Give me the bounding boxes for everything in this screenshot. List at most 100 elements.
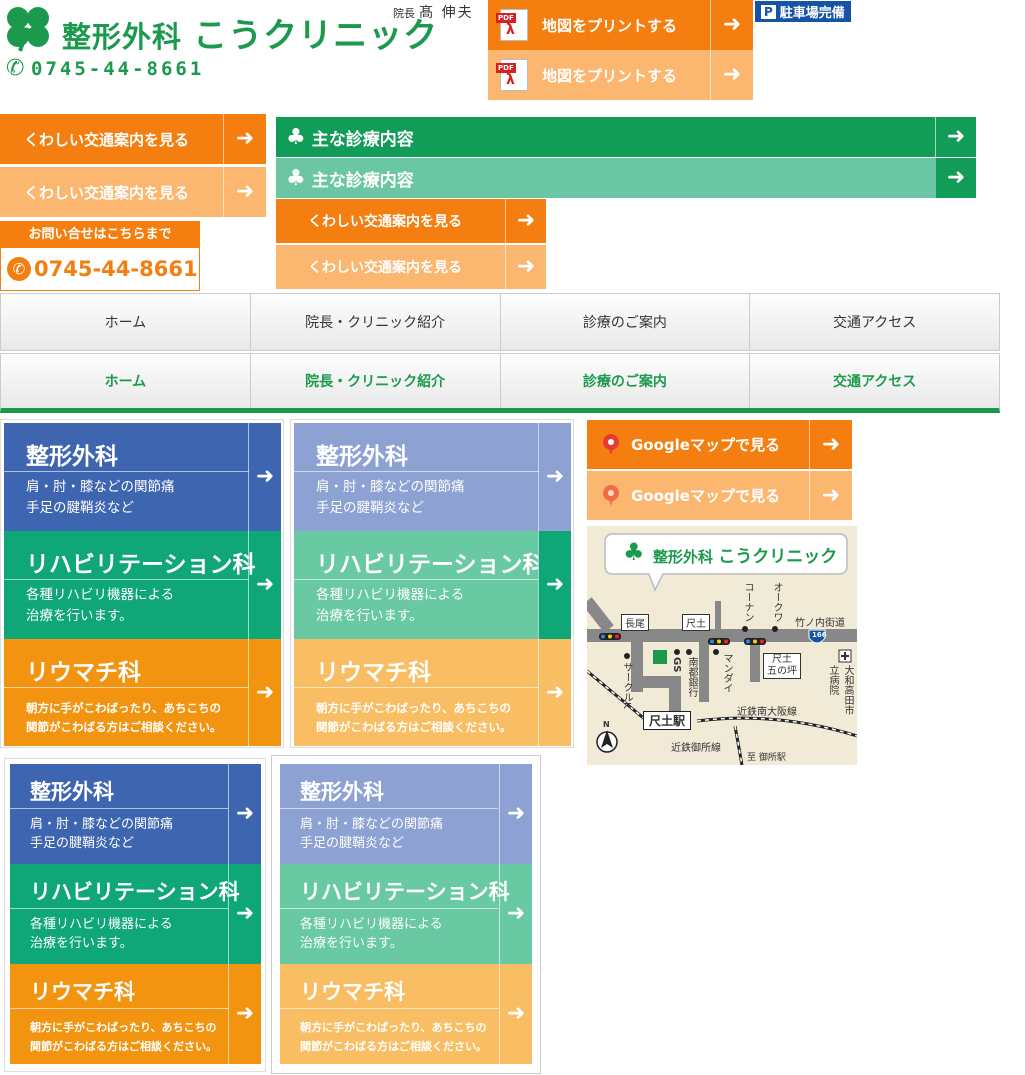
access-button-hover[interactable]: くわしい交通案内を見る ➜ — [0, 167, 266, 217]
nav-services[interactable]: 診療のご案内 — [501, 294, 751, 350]
dept-desc: 各種リハビリ機器による 治療を行います。 — [26, 587, 175, 624]
dept-desc: 朝方に手がこわばったり、あちこちの 関節がこわばる方はご相談ください。 — [300, 1021, 487, 1053]
arrow-right-icon: ➜ — [821, 482, 841, 508]
global-nav-active: ホーム 院長・クリニック紹介 診療のご案内 交通アクセス — [0, 353, 1000, 413]
services-arrow: ➜ — [935, 117, 976, 157]
dept-rehabilitation[interactable]: リハビリテーション科 各種リハビリ機器による 治療を行います。 ➜ — [4, 531, 281, 639]
services-label: 主な診療内容 — [311, 170, 414, 191]
dept-rehabilitation[interactable]: リハビリテーション科 各種リハビリ機器による 治療を行います。 ➜ — [10, 864, 261, 964]
arrow-right-icon: ➜ — [821, 431, 841, 457]
dept-rheumatology[interactable]: リウマチ科 朝方に手がこわばったり、あちこちの 関節がこわばる方はご相談ください。… — [294, 639, 571, 746]
print-map-button[interactable]: PDF λ 地図をプリントする ➜ — [488, 0, 753, 50]
print-map-button-hover[interactable]: PDF λ 地図をプリントする ➜ — [488, 50, 753, 100]
arrow-right-icon: ➜ — [722, 62, 742, 87]
dept-orthopedics[interactable]: 整形外科 肩・肘・膝などの関節痛 手足の腱鞘炎など ➜ — [280, 764, 532, 864]
map-label-okuwa: オークワ — [771, 582, 782, 622]
director: 院長 髙 伸夫 — [393, 2, 474, 22]
dept-rheumatology[interactable]: リウマチ科 朝方に手がこわばったり、あちこちの 関節がこわばる方はご相談ください。… — [280, 964, 532, 1064]
contact-box[interactable]: お問い合せはこちらまで ✆ 0745-44-8661 — [0, 221, 200, 291]
dept-arrow: ➜ — [538, 531, 571, 639]
dept-arrow: ➜ — [228, 964, 261, 1064]
access-button[interactable]: くわしい交通案内を見る ➜ — [0, 114, 266, 164]
arrow-right-icon: ➜ — [235, 901, 255, 926]
access-label: くわしい交通案内を見る — [308, 214, 462, 230]
google-map-arrow: ➜ — [809, 420, 852, 469]
arrow-right-icon: ➜ — [506, 801, 526, 826]
parking-label: 駐車場完備 — [779, 6, 845, 21]
dept-arrow: ➜ — [538, 639, 571, 746]
dept-title: リハビリテーション科 — [316, 552, 546, 578]
google-map-button-hover[interactable]: Googleマップで見る ➜ — [587, 471, 852, 520]
dept-orthopedics[interactable]: 整形外科 肩・肘・膝などの関節痛 手足の腱鞘炎など ➜ — [10, 764, 261, 864]
map-logo: 整形外科 こうクリニック — [653, 542, 837, 567]
print-map-arrow: ➜ — [710, 0, 753, 50]
access-button-small-hover[interactable]: くわしい交通案内を見る ➜ — [276, 245, 546, 289]
map-label-rail1: 近鉄南大阪線 — [737, 707, 797, 718]
parking-p-icon: P — [761, 4, 776, 19]
google-map-label: Googleマップで見る — [631, 436, 780, 454]
dept-title: 整形外科 — [316, 444, 408, 470]
dept-desc: 肩・肘・膝などの関節痛 手足の腱鞘炎など — [26, 479, 175, 516]
access-button-small[interactable]: くわしい交通案内を見る ➜ — [276, 199, 546, 243]
dept-desc: 朝方に手がこわばったり、あちこちの 関節がこわばる方はご相談ください。 — [26, 701, 222, 734]
phone-circle-icon: ✆ — [7, 257, 31, 281]
arrow-right-icon: ➜ — [235, 179, 255, 204]
director-name: 髙 伸夫 — [419, 5, 474, 21]
dept-orthopedics[interactable]: 整形外科 肩・肘・膝などの関節痛 手足の腱鞘炎など ➜ — [4, 423, 281, 531]
dept-card-hover: 整形外科 肩・肘・膝などの関節痛 手足の腱鞘炎など ➜ リハビリテーション科 各種… — [290, 419, 574, 748]
dept-title: リウマチ科 — [30, 980, 135, 1004]
dept-card-small: 整形外科 肩・肘・膝などの関節痛 手足の腱鞘炎など ➜ リハビリテーション科 各種… — [4, 758, 266, 1072]
dept-orthopedics[interactable]: 整形外科 肩・肘・膝などの関節痛 手足の腱鞘炎など ➜ — [294, 423, 571, 531]
nav-about[interactable]: 院長・クリニック紹介 — [251, 354, 501, 408]
logo-sub-text: こうクリニック — [193, 16, 439, 56]
dept-rheumatology[interactable]: リウマチ科 朝方に手がこわばったり、あちこちの 関節がこわばる方はご相談ください。… — [10, 964, 261, 1064]
arrow-right-icon: ➜ — [722, 12, 742, 37]
nav-home[interactable]: ホーム — [1, 294, 251, 350]
dept-desc: 肩・肘・膝などの関節痛 手足の腱鞘炎など — [300, 817, 444, 851]
contact-phone[interactable]: 0745-44-8661 — [34, 257, 198, 281]
arrow-right-icon: ➜ — [516, 208, 536, 233]
arrow-right-icon: ➜ — [506, 901, 526, 926]
director-label: 院長 — [393, 7, 415, 20]
clover-icon: ♣ — [286, 165, 306, 191]
dept-rheumatology[interactable]: リウマチ科 朝方に手がこわばったり、あちこちの 関節がこわばる方はご相談ください。… — [4, 639, 281, 746]
dept-desc: 肩・肘・膝などの関節痛 手足の腱鞘炎など — [316, 479, 465, 516]
map-label-shakudo: 尺土 — [682, 614, 710, 631]
map-label-mandai: マンダイ — [721, 653, 732, 693]
map-label-rail2: 近鉄御所線 — [671, 743, 721, 754]
nav-about[interactable]: 院長・クリニック紹介 — [251, 294, 501, 350]
dept-rehabilitation[interactable]: リハビリテーション科 各種リハビリ機器による 治療を行います。 ➜ — [294, 531, 571, 639]
dept-rehabilitation[interactable]: リハビリテーション科 各種リハビリ機器による 治療を行います。 ➜ — [280, 864, 532, 964]
map-label-gs: GS — [671, 657, 682, 673]
nav-services[interactable]: 診療のご案内 — [501, 354, 751, 408]
map-clover-icon: ♣ — [623, 538, 645, 566]
google-map-button[interactable]: Googleマップで見る ➜ — [587, 420, 852, 469]
clover-logo-icon — [2, 4, 54, 52]
dept-arrow: ➜ — [538, 423, 571, 531]
dept-arrow: ➜ — [248, 639, 281, 746]
services-button-hover[interactable]: ♣ 主な診療内容 ➜ — [276, 158, 976, 198]
access-map[interactable]: ♣ 整形外科 こうクリニック 長尾 尺土 尺土 五の坪 竹ノ内街道 166 コーナ… — [587, 526, 857, 765]
header-phone[interactable]: 0745-44-8661 — [31, 58, 204, 80]
nav-home[interactable]: ホーム — [1, 354, 251, 408]
map-label-station: 尺土駅 — [643, 711, 692, 730]
access-label: くわしい交通案内を見る — [308, 260, 462, 276]
print-map-label: 地図をプリントする — [542, 16, 678, 35]
dept-arrow: ➜ — [499, 964, 532, 1064]
nav-access[interactable]: 交通アクセス — [750, 294, 999, 350]
map-label-konan: コーナン — [742, 582, 753, 622]
arrow-right-icon: ➜ — [545, 572, 565, 597]
dept-desc: 各種リハビリ機器による 治療を行います。 — [300, 917, 443, 951]
phone-icon: ✆ — [6, 56, 25, 81]
map-label-hospital: 大和高田市立病院 — [827, 665, 853, 715]
arrow-right-icon: ➜ — [506, 1001, 526, 1026]
north-icon: N — [603, 720, 610, 729]
map-label-nanto: 南都銀行 — [686, 657, 697, 697]
dept-arrow: ➜ — [228, 864, 261, 964]
map-pin-icon — [603, 433, 619, 456]
pdf-icon: PDF λ — [496, 59, 528, 91]
nav-access[interactable]: 交通アクセス — [750, 354, 999, 408]
map-logo-main: 整形外科 — [653, 548, 714, 566]
services-button[interactable]: ♣ 主な診療内容 ➜ — [276, 117, 976, 157]
clinic-logo[interactable]: 整形外科 こうクリニック — [62, 8, 438, 57]
